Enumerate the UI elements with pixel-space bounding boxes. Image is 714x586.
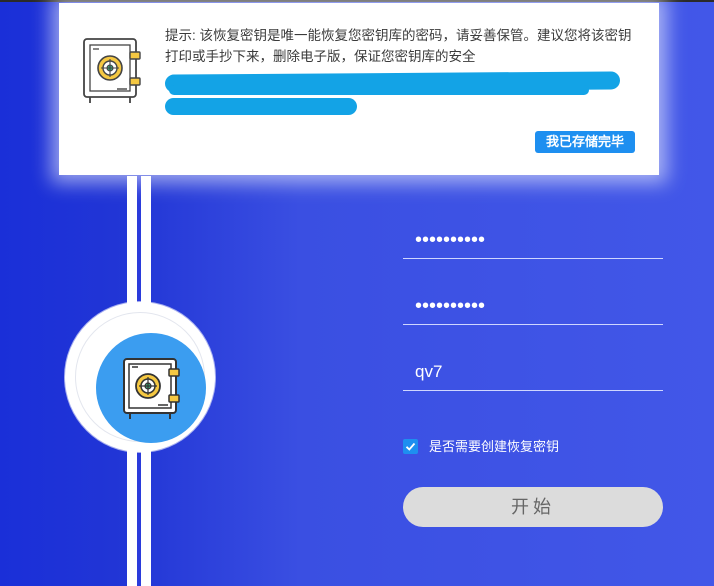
saved-confirm-button[interactable]: 我已存储完毕 [535, 131, 635, 153]
recovery-key-checkbox-label: 是否需要创建恢复密钥 [429, 439, 560, 454]
step-badge [65, 302, 215, 452]
start-button[interactable]: 开始 [403, 487, 663, 527]
password-hint-field [403, 356, 663, 391]
recovery-key-notice: 提示: 该恢复密钥是唯一能恢复您密钥库的密码，请妥善保管。建议您将该密钥打印或手… [59, 3, 659, 175]
safe-icon [123, 358, 180, 419]
notice-safe-icon [81, 35, 145, 111]
password-input[interactable] [415, 224, 655, 256]
notice-message: 提示: 该恢复密钥是唯一能恢复您密钥库的密码，请妥善保管。建议您将该密钥打印或手… [165, 28, 632, 64]
top-border [0, 0, 714, 2]
redacted-key-line-2 [165, 98, 357, 115]
confirm-password-input[interactable] [415, 290, 655, 322]
step-badge-ring [75, 312, 206, 443]
confirm-password-field [403, 290, 663, 325]
step-badge-fill [96, 333, 206, 443]
password-hint-input[interactable] [415, 356, 655, 388]
password-field [403, 224, 663, 259]
checkmark-icon [405, 442, 416, 451]
recovery-key-checkbox[interactable] [403, 439, 418, 454]
redacted-key-fill [169, 85, 589, 95]
safe-icon [83, 38, 141, 103]
